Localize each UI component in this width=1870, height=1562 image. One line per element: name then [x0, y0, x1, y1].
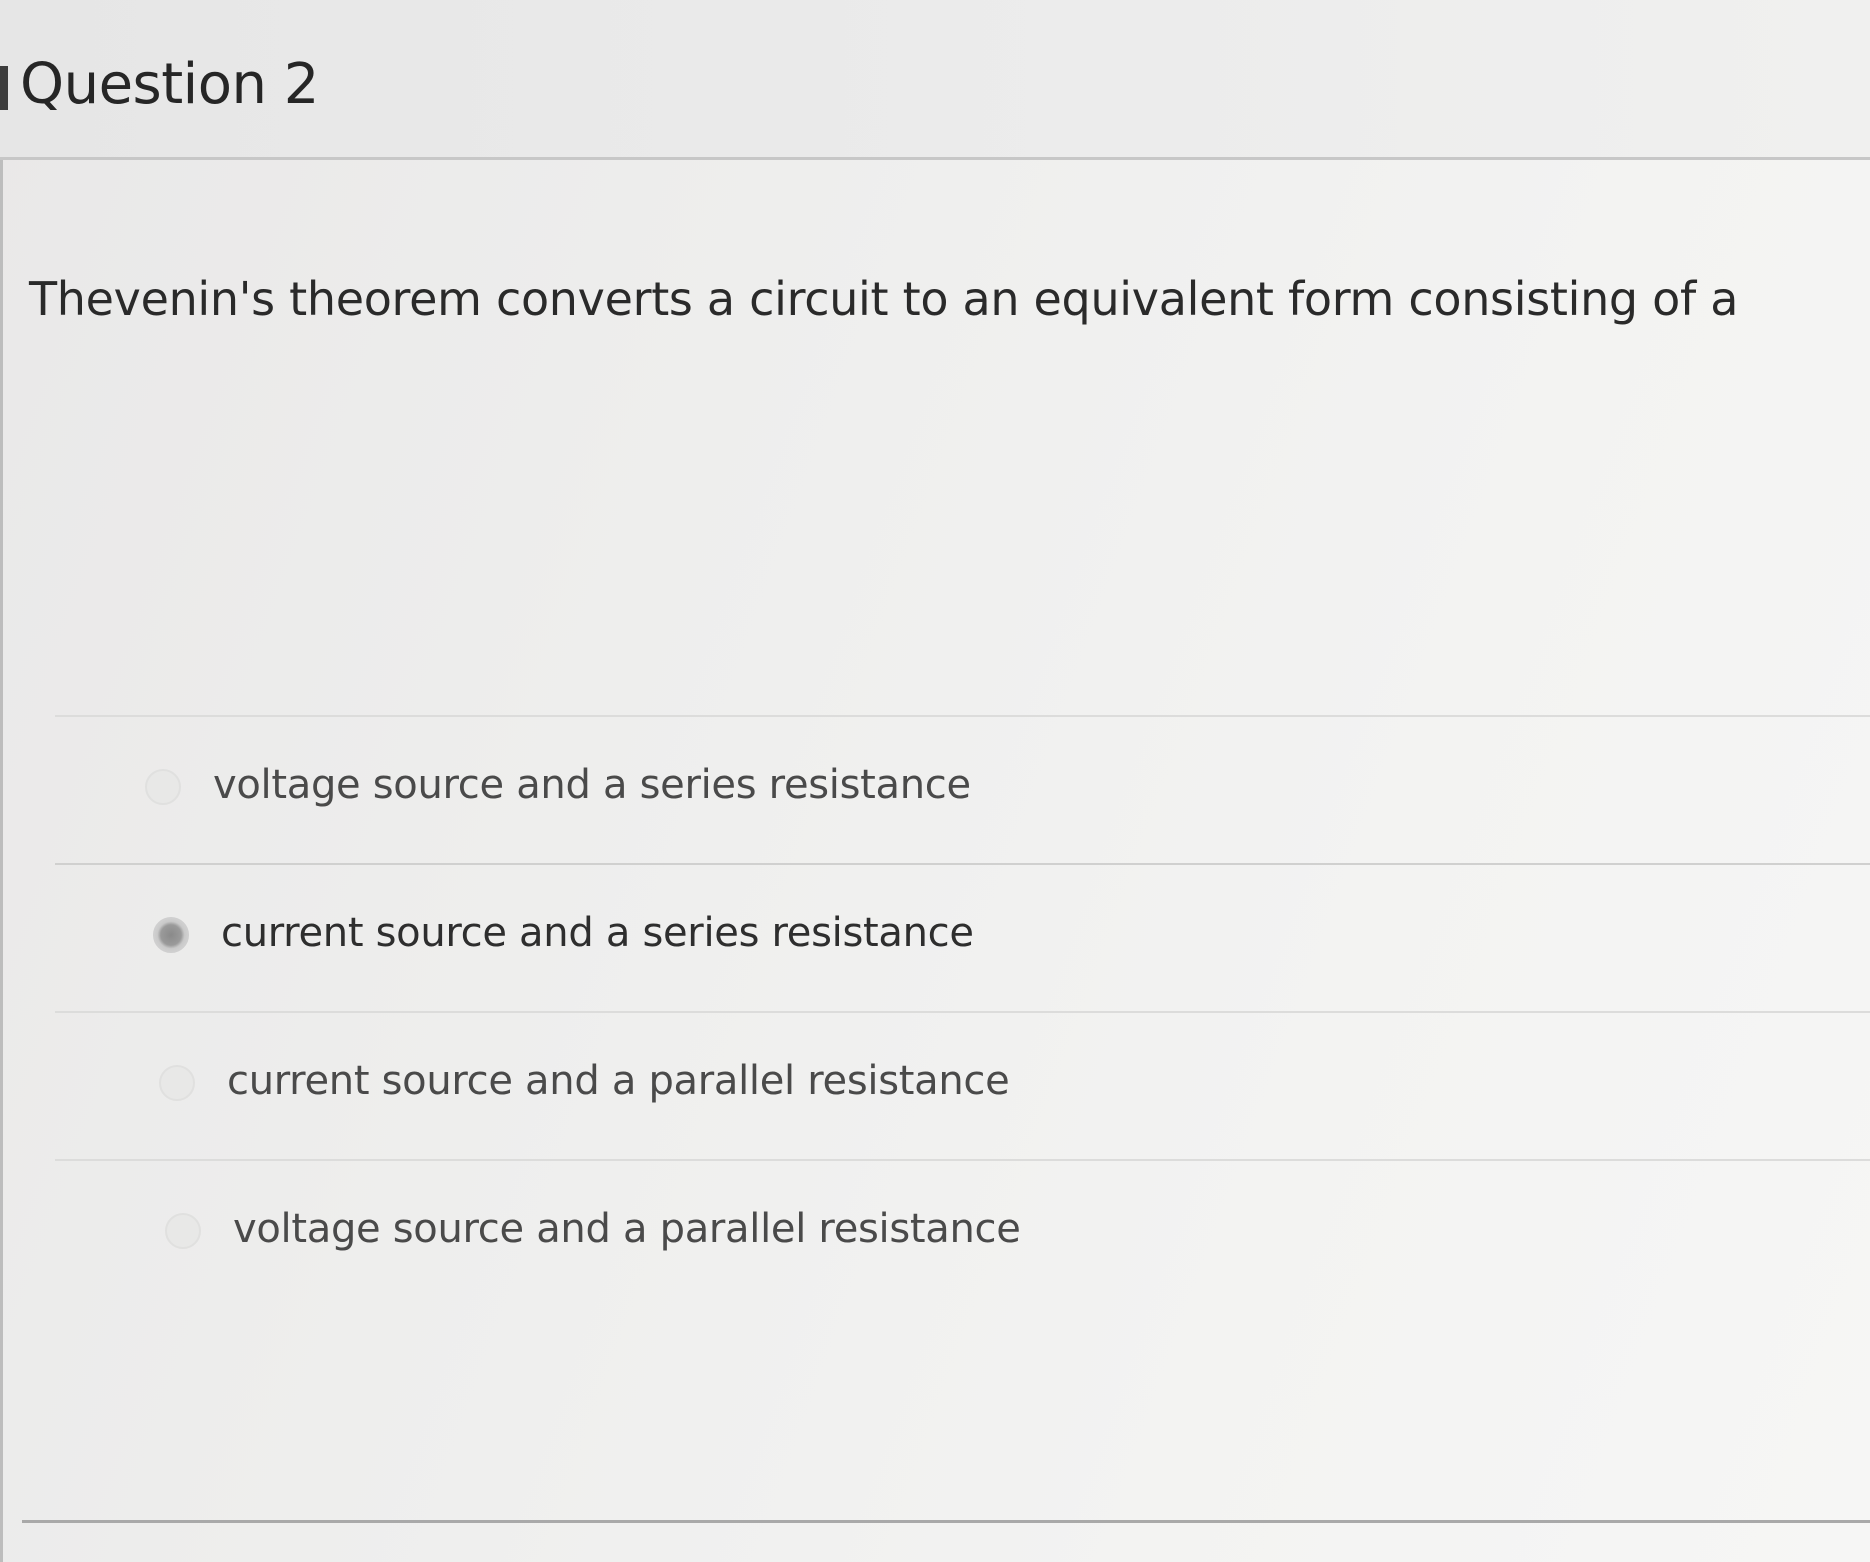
answer-option[interactable]: voltage source and a series resistance — [55, 715, 1870, 863]
answer-label[interactable]: voltage source and a parallel resistance — [233, 1206, 1021, 1252]
answer-label[interactable]: voltage source and a series resistance — [213, 762, 971, 808]
radio-button[interactable] — [145, 769, 181, 805]
radio-button[interactable] — [159, 1065, 195, 1101]
question-text: Thevenin's theorem converts a circuit to… — [29, 272, 1739, 326]
quiz-screen: Question 2 Thevenin's theorem converts a… — [0, 0, 1870, 1562]
answer-option-selected[interactable]: current source and a series resistance — [55, 863, 1870, 1011]
radio-button-selected[interactable] — [153, 917, 189, 953]
question-bottom-border — [22, 1520, 1870, 1523]
answer-label[interactable]: current source and a series resistance — [221, 910, 974, 956]
question-header: Question 2 — [0, 0, 1870, 160]
header-accent-bar — [0, 66, 8, 110]
question-title: Question 2 — [20, 52, 319, 117]
radio-button[interactable] — [165, 1213, 201, 1249]
answer-label[interactable]: current source and a parallel resistance — [227, 1058, 1010, 1104]
answer-option[interactable]: current source and a parallel resistance — [55, 1011, 1870, 1159]
answer-option[interactable]: voltage source and a parallel resistance — [55, 1159, 1870, 1307]
answer-list: voltage source and a series resistance c… — [55, 715, 1870, 1307]
